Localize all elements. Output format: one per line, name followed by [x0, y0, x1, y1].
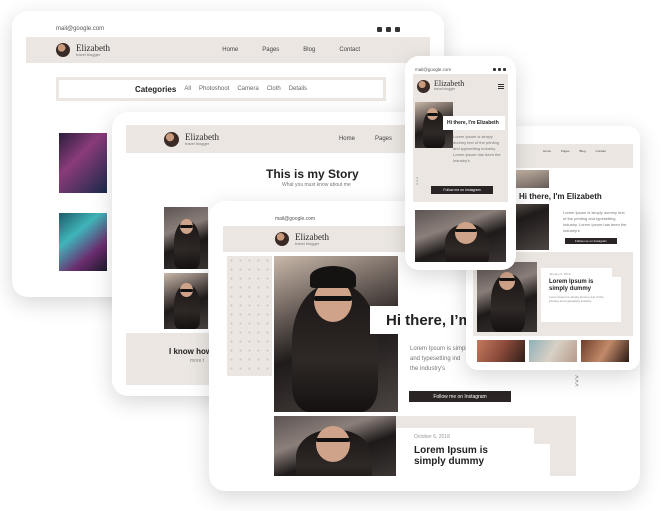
avatar	[275, 232, 289, 246]
post-card[interactable]: October 6, 2018 Lorem Ipsum is simply du…	[396, 428, 550, 476]
right-post-excerpt: Lorem Ipsum is simply dummy text of the …	[549, 295, 604, 303]
post-date: October 6, 2018	[414, 434, 450, 440]
main-nav: Home Pages	[339, 136, 392, 142]
site-header: Elizabeth travel blogger Home Pages Blog…	[26, 37, 430, 63]
email-text: mail@google.com	[275, 216, 316, 222]
right-post-card[interactable]: January 8, 2019 Lorem Ipsum is simply du…	[541, 268, 621, 322]
avatar	[56, 43, 70, 57]
zigzag-decor: > > >	[416, 175, 419, 186]
gallery-photo-1[interactable]	[59, 133, 107, 193]
social-icons	[493, 67, 506, 71]
brand-tagline: travel blogger	[434, 87, 456, 92]
post-card-corner	[534, 428, 550, 444]
right-post-title: Lorem Ipsum is simply dummy	[549, 279, 594, 292]
phone-hero-card: Hi there, I'm Elizabeth	[443, 116, 505, 130]
nav-pages[interactable]: Pages	[561, 149, 570, 153]
phone-hero-lorem: Lorem Ipsum is simply dummy text of the …	[453, 134, 501, 163]
nav-home[interactable]: Home	[543, 149, 551, 153]
phone-post-photo[interactable]	[415, 210, 506, 262]
nav-contact[interactable]: Contact	[339, 47, 360, 53]
nav-blog[interactable]: Blog	[580, 149, 586, 153]
post-photo[interactable]	[274, 416, 396, 476]
brand[interactable]: Elizabeth travel blogger	[76, 43, 110, 57]
nav-pages[interactable]: Pages	[375, 136, 392, 142]
email-text: mail@google.com	[415, 66, 452, 72]
site-header: Elizabeth travel blogger Home Pages	[126, 125, 430, 153]
hero-lorem-line-3: the industry's	[410, 366, 446, 372]
right-thumb-1[interactable]	[477, 340, 525, 362]
hero-lorem: Lorem Ipsum is simpl and typesetting ind…	[410, 344, 467, 374]
category-all[interactable]: All	[184, 86, 191, 92]
nav-blog[interactable]: Blog	[303, 47, 315, 53]
story-bottom-text: I know how	[169, 347, 213, 356]
category-photoshoot[interactable]: Photoshoot	[199, 86, 229, 92]
brand[interactable]: Elizabeth travel blogger	[185, 132, 219, 146]
story-bottom-subtext: more t	[190, 358, 205, 364]
menu-icon[interactable]	[498, 83, 504, 89]
instagram-icon[interactable]	[377, 26, 382, 32]
youtube-icon[interactable]	[395, 26, 400, 32]
category-camera[interactable]: Camera	[237, 86, 258, 92]
email-text: mail@google.com	[56, 26, 105, 32]
brand-tagline: travel blogger	[185, 140, 210, 146]
follow-instagram-button[interactable]: Follow me on Instagram	[409, 391, 511, 402]
hero-lorem-line-1: Lorem Ipsum is simpl	[410, 346, 467, 352]
nav-contact[interactable]: Contact	[596, 149, 606, 153]
story-subtitle: What you must know about me	[282, 182, 351, 188]
right-post-photo[interactable]	[477, 262, 537, 332]
top-bar: mail@google.com	[413, 64, 508, 74]
brand[interactable]: Elizabeth travel blogger	[434, 80, 464, 92]
post-card-corner	[612, 268, 621, 277]
categories-title: Categories	[134, 84, 177, 94]
twitter-icon[interactable]	[503, 67, 506, 71]
story-photo-1	[164, 207, 208, 269]
right-hero-lorem: Lorem Ipsum is simply dummy text of the …	[563, 210, 627, 233]
avatar	[417, 79, 430, 93]
right-hero-photo	[515, 170, 549, 250]
post-title: Lorem Ipsum is simply dummy	[414, 445, 488, 467]
main-nav: Home Pages Blog Contact	[543, 149, 606, 153]
category-details[interactable]: Details	[289, 86, 307, 92]
phone-hero-heading: Hi there, I'm Elizabeth	[447, 120, 499, 126]
follow-instagram-button[interactable]: Follow me on Instagram	[431, 186, 493, 194]
story-title: This is my Story	[266, 167, 359, 181]
facebook-icon[interactable]	[498, 67, 501, 71]
categories-bar: Categories All Photoshoot Camera Cloth D…	[56, 77, 386, 101]
top-bar: mail@google.com	[26, 21, 430, 37]
phone-screen: mail@google.com Elizabeth travel blogger	[413, 64, 508, 262]
right-hero-card: Hi there, I'm Elizabeth	[515, 188, 629, 204]
follow-instagram-button[interactable]: Follow me on Instagram	[565, 238, 617, 244]
hero-photo	[274, 256, 398, 412]
story-photo-2	[164, 273, 208, 329]
social-icons	[377, 26, 400, 32]
right-thumb-2[interactable]	[529, 340, 577, 362]
hero-lorem-line-2: and typesetting ind	[410, 356, 461, 362]
right-post-date: January 8, 2019	[549, 272, 571, 276]
nav-home[interactable]: Home	[222, 47, 238, 53]
facebook-icon[interactable]	[386, 26, 391, 32]
brand-tagline: travel blogger	[295, 240, 320, 246]
nav-home[interactable]: Home	[339, 136, 355, 142]
phone-mockup: mail@google.com Elizabeth travel blogger	[405, 56, 516, 270]
dot-pattern	[227, 256, 272, 376]
gallery-photo-2[interactable]	[59, 213, 107, 271]
zigzag-decor: > > >	[575, 375, 578, 389]
main-nav: Home Pages Blog Contact	[222, 47, 360, 53]
avatar	[164, 131, 179, 147]
nav-pages[interactable]: Pages	[262, 47, 279, 53]
brand[interactable]: Elizabeth travel blogger	[295, 232, 329, 246]
instagram-icon[interactable]	[493, 67, 496, 71]
site-header: Elizabeth travel blogger	[413, 74, 508, 98]
category-cloth[interactable]: Cloth	[267, 86, 281, 92]
right-thumb-3[interactable]	[581, 340, 629, 362]
brand-tagline: travel blogger	[76, 51, 101, 57]
showcase-stage: mail@google.com Elizabeth travel blogger…	[0, 0, 663, 511]
right-hero-heading: Hi there, I'm Elizabeth	[519, 191, 602, 201]
hero-heading: Hi there, I’m	[386, 311, 472, 329]
